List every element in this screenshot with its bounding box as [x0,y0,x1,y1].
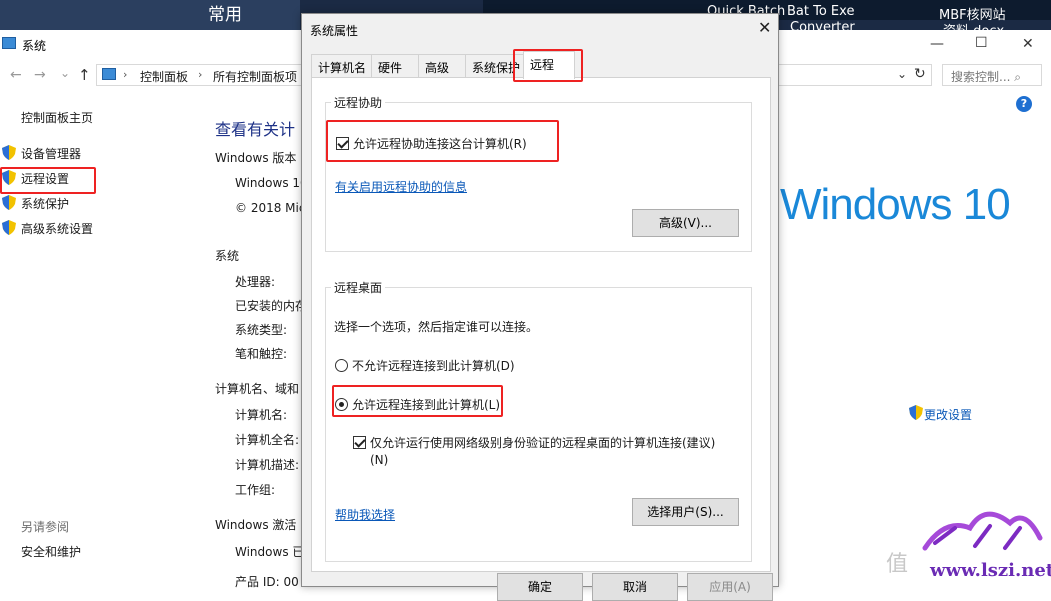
pen-touch-label: 笔和触控: [235,347,288,361]
breadcrumb-item[interactable]: 控制面板 [140,68,188,85]
back-arrow-icon[interactable]: ← [10,67,22,83]
dialog-title: 系统属性 [310,24,359,38]
computer-icon [2,37,16,49]
select-users-button[interactable]: 选择用户(S)... [632,498,739,526]
deny-remote-label: 不允许远程连接到此计算机(D) [352,359,515,373]
maximize-button[interactable]: ☐ [975,35,988,51]
sidebar-item-device-manager[interactable]: 设备管理器 [21,145,81,162]
edition-section-label: Windows 版本 [215,151,297,165]
remote-desktop-title: 远程桌面 [331,279,386,296]
computer-name-label: 计算机名: [235,408,288,422]
shield-icon [2,145,16,160]
nla-checkbox[interactable] [353,436,366,449]
system-type-label: 系统类型: [235,323,288,337]
deny-remote-option[interactable]: 不允许远程连接到此计算机(D) [335,357,515,374]
activation-section-label: Windows 激活 [215,518,297,532]
desktop-panel [0,0,300,34]
dropdown-chevron-icon[interactable]: ⌄ [60,66,70,80]
window-title: 系统 [22,39,47,53]
help-me-choose-link[interactable]: 帮助我选择 [335,506,395,523]
highlight-box [326,120,559,162]
breadcrumb-separator-icon: › [123,68,128,81]
system-properties-dialog: 系统属性 ✕ 计算机名 硬件 高级 系统保护 远程 远程协助 允许远程协助连接这… [301,13,779,601]
watermark-char: 值 [886,552,909,577]
shield-icon [909,405,923,420]
refresh-icon[interactable]: ↻ [914,66,926,82]
site-url: www.lszi.net [930,560,1051,581]
cancel-button[interactable]: 取消 [592,573,678,601]
sidebar-item-advanced-system[interactable]: 高级系统设置 [21,220,93,237]
advanced-button[interactable]: 高级(V)... [632,209,739,237]
dialog-close-icon[interactable]: ✕ [758,18,771,37]
site-logo [922,511,1043,551]
breadcrumb-item[interactable]: 所有控制面板项 [213,68,297,85]
sidebar-item-system-protection[interactable]: 系统保护 [21,195,69,212]
shield-icon [2,220,16,235]
ram-label: 已安装的内存 [235,299,308,313]
tab-computer-name[interactable]: 计算机名 [311,54,372,78]
activation-status: Windows 已 [235,545,305,559]
desktop-icon-label[interactable]: Bat To Exe [787,4,854,19]
tab-hardware[interactable]: 硬件 [371,54,419,78]
address-dropdown-icon[interactable]: ⌄ [897,67,907,81]
see-also-heading: 另请参阅 [21,520,70,534]
up-arrow-icon[interactable]: ↑ [78,66,91,84]
security-maintenance-link[interactable]: 安全和维护 [21,543,81,560]
desktop-group-title: 常用 [208,5,242,25]
product-id: 产品 ID: 00 [235,575,299,589]
highlight-box [513,49,583,82]
processor-label: 处理器: [235,275,276,289]
assistance-info-link[interactable]: 有关启用远程协助的信息 [335,178,467,195]
close-button[interactable]: ✕ [1022,36,1034,52]
highlight-box [0,167,96,194]
nla-label: 仅允许运行使用网络级别身份验证的远程桌面的计算机连接(建议) [370,436,716,450]
shield-icon [2,195,16,210]
apply-button[interactable]: 应用(A) [687,573,773,601]
nla-option[interactable]: 仅允许运行使用网络级别身份验证的远程桌面的计算机连接(建议) (N) [353,434,715,467]
tab-advanced[interactable]: 高级 [418,54,466,78]
system-section-label: 系统 [215,249,240,263]
deny-remote-radio[interactable] [335,359,348,372]
remote-assistance-title: 远程协助 [331,94,386,111]
full-name-label: 计算机全名: [235,433,300,447]
edition-name: Windows 10 [235,176,308,190]
help-icon[interactable]: ? [1016,96,1032,112]
page-title: 查看有关计 [215,120,296,139]
remote-tab-page: 远程协助 允许远程协助连接这台计算机(R) 有关启用远程协助的信息 高级(V).… [311,77,771,572]
change-settings-link[interactable]: 更改设置 [924,406,972,423]
sidebar-home-link[interactable]: 控制面板主页 [21,109,93,126]
minimize-button[interactable]: — [930,36,944,52]
breadcrumb-separator-icon: › [198,68,203,81]
search-input[interactable]: 搜索控制... ⌕ [942,64,1042,86]
ok-button[interactable]: 确定 [497,573,583,601]
windows10-logo-text: Windows 10 [780,180,1011,229]
nla-shortcut: (N) [370,453,389,467]
copyright-text: © 2018 Mic [235,201,306,215]
remote-desktop-instruction: 选择一个选项，然后指定谁可以连接。 [334,320,539,334]
highlight-box [332,385,503,417]
workgroup-label: 工作组: [235,483,276,497]
computer-section-label: 计算机名、域和 [215,382,300,396]
control-panel-icon [102,68,116,80]
forward-arrow-icon[interactable]: → [34,67,46,83]
description-label: 计算机描述: [235,458,300,472]
